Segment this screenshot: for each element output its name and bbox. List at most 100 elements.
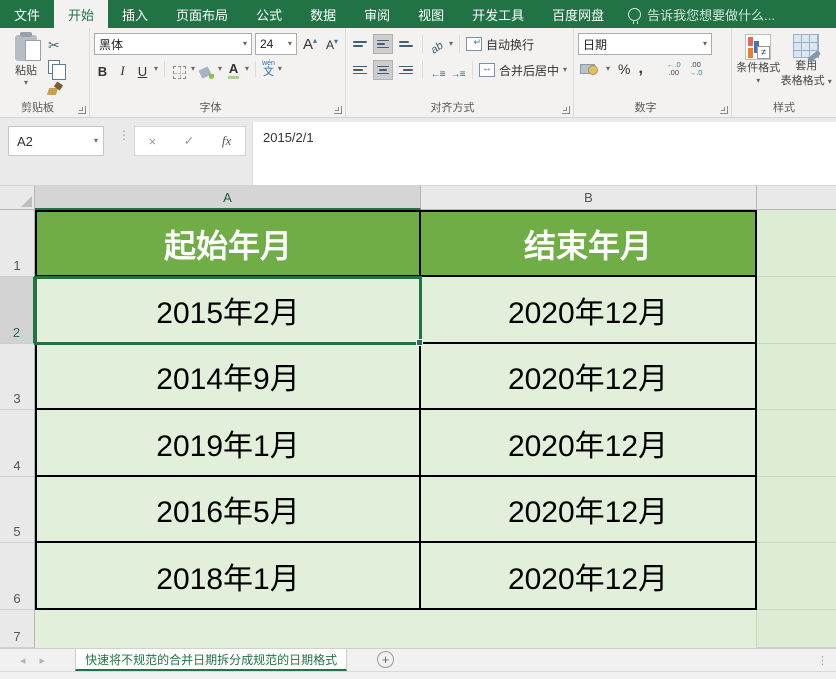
formula-bar-splitter[interactable]: ⋮	[118, 132, 130, 138]
row-header-5[interactable]: 5	[0, 477, 35, 543]
align-top-button[interactable]	[350, 34, 370, 54]
wrap-text-button[interactable]: 自动换行	[466, 33, 534, 55]
increase-indent-button[interactable]: →≡	[449, 60, 466, 80]
row-header-6[interactable]: 6	[0, 543, 35, 610]
cell-C5[interactable]	[757, 477, 836, 543]
tab-formulas[interactable]: 公式	[242, 0, 296, 28]
new-sheet-button[interactable]: +	[377, 651, 394, 668]
tab-view[interactable]: 视图	[404, 0, 458, 28]
percent-style-button[interactable]: %	[618, 61, 630, 77]
copy-button[interactable]: ▾	[48, 58, 66, 76]
align-middle-button[interactable]	[373, 34, 393, 54]
cell-B5[interactable]: 2020年12月	[421, 477, 757, 543]
number-format-select[interactable]: 日期▾	[578, 33, 712, 55]
row-header-1[interactable]: 1	[0, 210, 35, 277]
comma-style-button[interactable]: ,	[638, 60, 642, 78]
increase-decimal-button[interactable]: ←.0.00	[667, 61, 681, 78]
row-header-3[interactable]: 3	[0, 344, 35, 410]
cell-A5[interactable]: 2016年5月	[35, 477, 421, 543]
align-left-button[interactable]	[350, 60, 370, 80]
cell-A6[interactable]: 2018年1月	[35, 543, 421, 610]
cell-B7[interactable]	[421, 610, 757, 648]
prev-sheet-button[interactable]: ◂	[20, 654, 26, 667]
cancel-button[interactable]: ×	[149, 134, 157, 149]
chevron-down-icon[interactable]: ▾	[278, 65, 282, 73]
dialog-launcher-icon[interactable]	[78, 106, 86, 114]
phonetic-button[interactable]: wén 文	[262, 60, 275, 78]
increase-font-size-button[interactable]: A▴	[300, 36, 320, 53]
cell-B3[interactable]: 2020年12月	[421, 344, 757, 410]
column-header-B[interactable]: B	[421, 186, 757, 210]
cell-A3[interactable]: 2014年9月	[35, 344, 421, 410]
tab-file[interactable]: 文件	[0, 0, 54, 28]
dialog-launcher-icon[interactable]	[720, 106, 728, 114]
cell-B6[interactable]: 2020年12月	[421, 543, 757, 610]
tab-home[interactable]: 开始	[54, 0, 108, 28]
bold-button[interactable]: B	[94, 59, 111, 79]
tab-review[interactable]: 审阅	[350, 0, 404, 28]
cut-button[interactable]: ✂	[48, 36, 66, 54]
cell-A4[interactable]: 2019年1月	[35, 410, 421, 477]
cell-A2-selected[interactable]: 2015年2月	[35, 277, 421, 344]
row-header-2[interactable]: 2	[0, 277, 35, 344]
align-right-button[interactable]	[396, 60, 416, 80]
tell-me-search[interactable]: 告诉我您想要做什么...	[628, 0, 775, 28]
name-box[interactable]: A2 ▾	[8, 126, 104, 156]
cell-A7[interactable]	[35, 610, 421, 648]
select-all-button[interactable]	[0, 186, 35, 210]
format-as-table-button[interactable]: 套用 表格格式 ▾	[781, 33, 832, 101]
formula-input[interactable]: 2015/2/1	[252, 122, 836, 185]
tab-baidu-netdisk[interactable]: 百度网盘	[538, 0, 618, 28]
chevron-down-icon[interactable]: ▾	[191, 65, 195, 73]
next-sheet-button[interactable]: ▸	[40, 654, 46, 667]
chevron-down-icon[interactable]: ▾	[218, 65, 222, 73]
dialog-launcher-icon[interactable]	[562, 106, 570, 114]
overflow-dots-icon[interactable]: ⋮	[817, 654, 828, 667]
column-header-C[interactable]	[757, 186, 836, 210]
cell-C2[interactable]	[757, 277, 836, 344]
orientation-button[interactable]: ab	[429, 34, 446, 54]
decrease-decimal-button[interactable]: .00→.0	[689, 61, 703, 78]
tab-developer[interactable]: 开发工具	[458, 0, 538, 28]
cell-B1[interactable]: 结束年月	[421, 210, 757, 277]
dialog-launcher-icon[interactable]	[334, 106, 342, 114]
underline-button[interactable]: U	[134, 59, 151, 79]
decrease-font-size-button[interactable]: A▾	[323, 37, 341, 52]
decrease-indent-button[interactable]: ←≡	[429, 60, 446, 80]
column-header-A[interactable]: A	[35, 186, 421, 210]
insert-function-button[interactable]: fx	[222, 133, 231, 149]
align-center-button[interactable]	[373, 60, 393, 80]
accounting-format-icon[interactable]	[580, 63, 598, 75]
cell-B2[interactable]: 2020年12月	[421, 277, 757, 344]
row-header-4[interactable]: 4	[0, 410, 35, 477]
borders-button[interactable]	[171, 59, 188, 79]
cell-C1[interactable]	[757, 210, 836, 277]
row-header-7[interactable]: 7	[0, 610, 35, 648]
font-name-select[interactable]: 黑体▾	[94, 33, 252, 55]
format-painter-button[interactable]	[48, 80, 66, 98]
fill-color-button[interactable]	[198, 59, 215, 79]
fill-handle[interactable]	[416, 339, 423, 346]
paste-button[interactable]: 粘贴 ▾	[4, 33, 48, 101]
tab-data[interactable]: 数据	[296, 0, 350, 28]
chevron-down-icon[interactable]: ▾	[449, 40, 453, 48]
tab-insert[interactable]: 插入	[108, 0, 162, 28]
italic-button[interactable]: I	[114, 59, 131, 79]
cell-C6[interactable]	[757, 543, 836, 610]
merge-center-button[interactable]: 合并后居中 ▾	[479, 59, 567, 81]
cell-A1[interactable]: 起始年月	[35, 210, 421, 277]
cell-C7[interactable]	[757, 610, 836, 648]
chevron-down-icon[interactable]: ▾	[154, 65, 158, 73]
enter-button[interactable]: ✓	[184, 133, 195, 149]
chevron-down-icon[interactable]: ▾	[245, 65, 249, 73]
cell-B4[interactable]: 2020年12月	[421, 410, 757, 477]
sheet-tab-active[interactable]: 快速将不规范的合并日期拆分成规范的日期格式	[75, 649, 347, 671]
tab-page-layout[interactable]: 页面布局	[162, 0, 242, 28]
cell-C3[interactable]	[757, 344, 836, 410]
font-color-button[interactable]: A	[225, 59, 242, 79]
font-size-select[interactable]: 24▾	[255, 33, 297, 55]
chevron-down-icon[interactable]: ▾	[606, 65, 610, 73]
cell-C4[interactable]	[757, 410, 836, 477]
align-bottom-button[interactable]	[396, 34, 416, 54]
conditional-formatting-button[interactable]: ≠ 条件格式 ▾	[736, 33, 780, 101]
